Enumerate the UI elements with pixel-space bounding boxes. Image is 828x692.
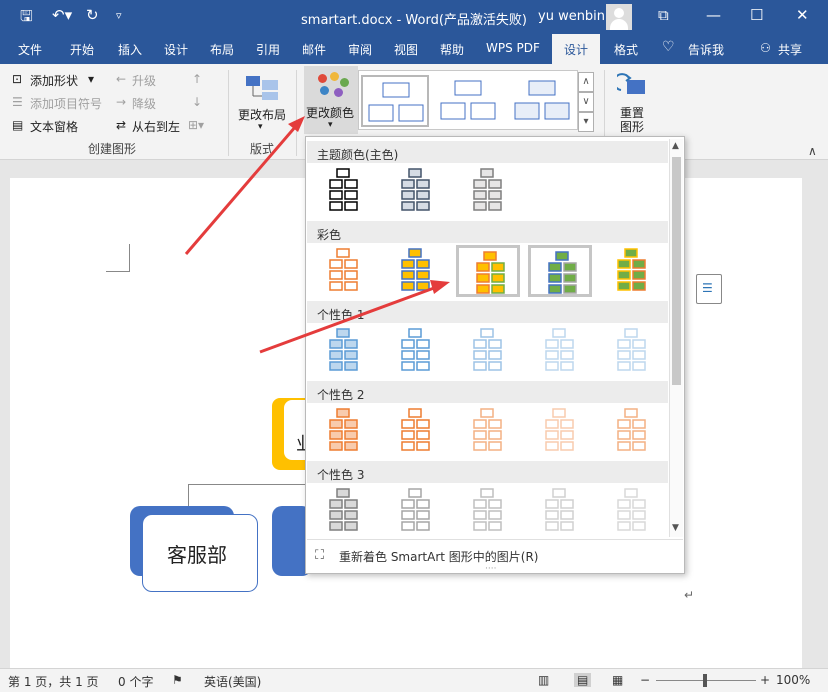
annotation-arrow-1-head: [288, 116, 305, 132]
word-count[interactable]: 0 个字: [118, 673, 153, 690]
annotation-arrow-1: [184, 125, 298, 255]
annotation-arrow-2-head: [430, 280, 450, 294]
zoom-out-button[interactable]: −: [640, 673, 650, 687]
zoom-slider-thumb[interactable]: [703, 674, 707, 687]
annotation-arrow-2: [259, 286, 435, 354]
page-count[interactable]: 第 1 页，共 1 页: [8, 673, 99, 690]
zoom-level[interactable]: 100%: [776, 673, 810, 687]
web-layout-icon[interactable]: ▦: [612, 673, 623, 687]
zoom-in-button[interactable]: +: [760, 673, 770, 687]
status-bar: 第 1 页，共 1 页 0 个字 ⚑ 英语(美国) ▥ ▤ ▦ − + 100%: [0, 668, 828, 692]
print-layout-icon[interactable]: ▤: [574, 673, 592, 687]
annotation-arrows: [184, 116, 450, 354]
language[interactable]: 英语(美国): [204, 673, 261, 690]
read-mode-icon[interactable]: ▥: [538, 673, 549, 687]
proofing-icon[interactable]: ⚑: [172, 673, 183, 687]
